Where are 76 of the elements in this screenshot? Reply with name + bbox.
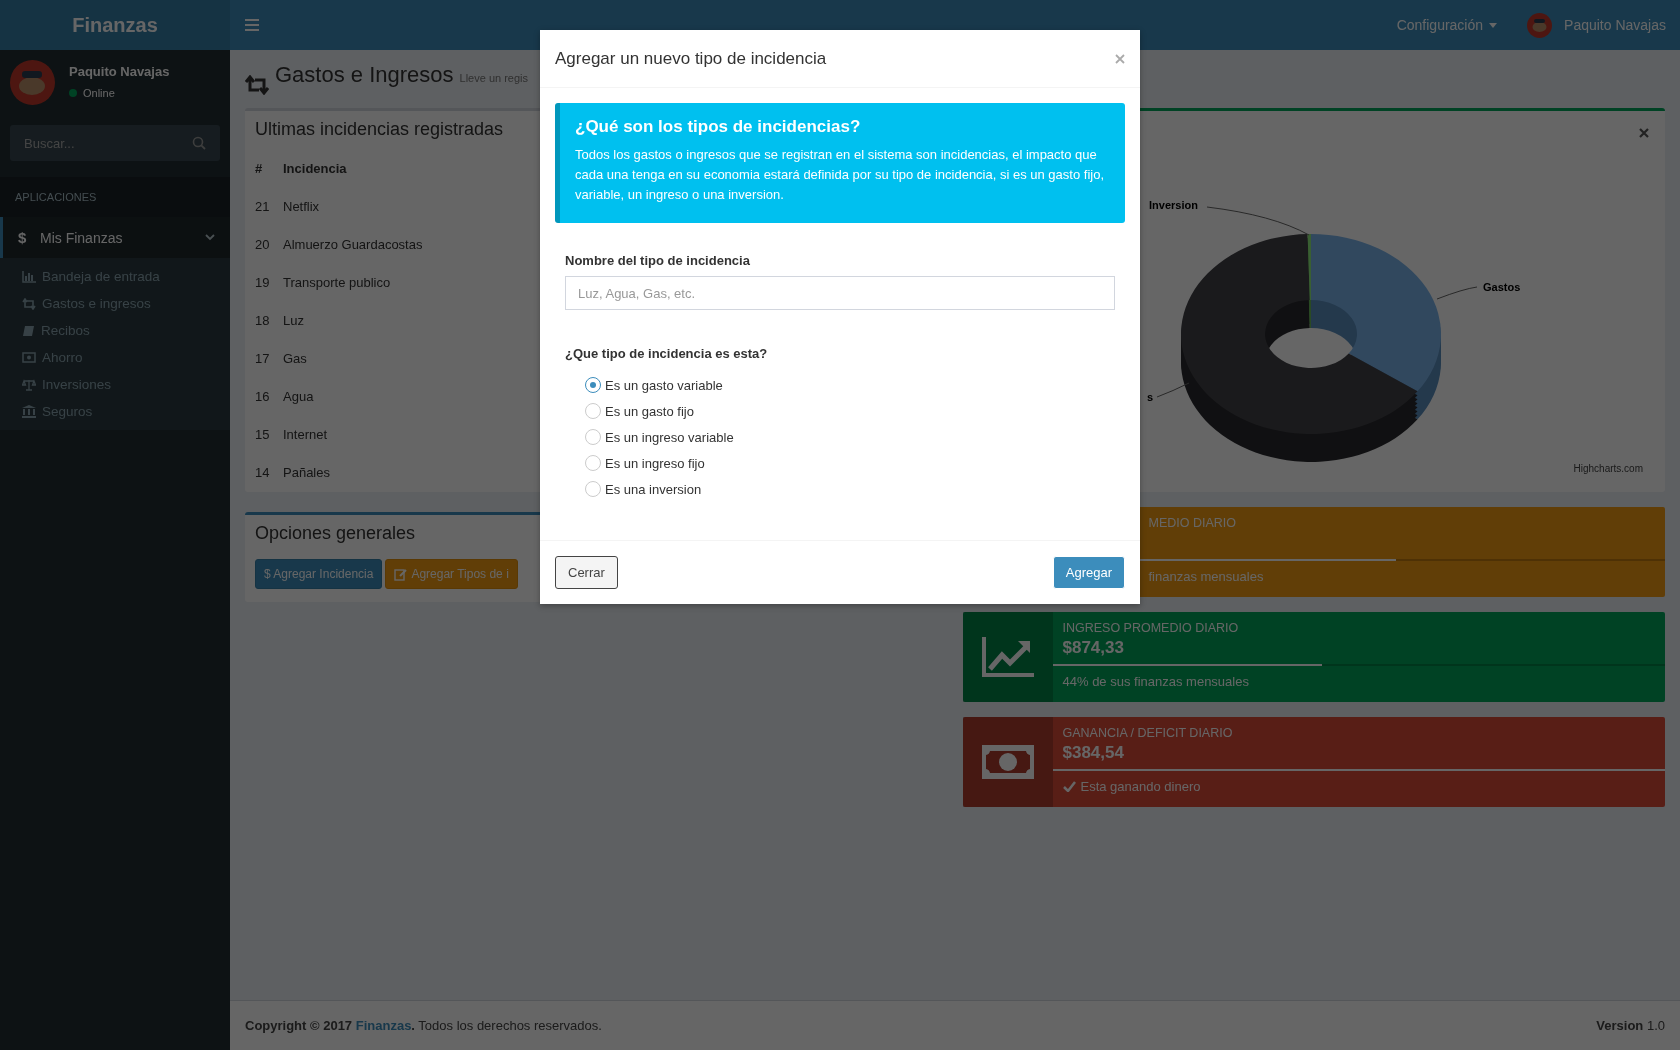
close-icon[interactable]	[1115, 54, 1125, 64]
table-cell-text: 21	[255, 198, 271, 214]
table-cell-text: 19	[255, 274, 271, 290]
avatar-icon	[10, 60, 55, 105]
user-menu[interactable]: Paquito Navajas	[1527, 12, 1666, 38]
section-label: APLICACIONES	[0, 177, 230, 217]
banknote-icon	[981, 745, 1034, 779]
modal-title: Agregar un nuevo tipo de incidencia	[555, 49, 827, 69]
table-cell: Pañales	[283, 464, 330, 480]
field-label: Nombre del tipo de incidencia	[565, 253, 751, 269]
submit-button[interactable]: Agregar	[1052, 556, 1125, 590]
table-cell: Luz	[283, 312, 304, 328]
table-cell: Internet	[283, 426, 328, 442]
bank-icon	[22, 405, 36, 418]
radio-label[interactable]: Es un ingreso fijo	[605, 455, 705, 471]
info-label: MEDIO DIARIO	[1147, 516, 1237, 530]
radio-label[interactable]: Es una inversion	[605, 481, 702, 497]
configuration-menu[interactable]: Configuración	[1396, 17, 1498, 33]
leader-line	[1436, 286, 1477, 300]
user-name: Paquito Navajas	[69, 64, 170, 79]
arrows-icon	[245, 75, 269, 95]
chart-label: s	[1146, 391, 1153, 403]
radio-label[interactable]: Es un gasto fijo	[605, 403, 694, 419]
leader-line	[1156, 382, 1189, 398]
table-cell: Netflix	[283, 198, 320, 214]
action-button[interactable]: Agregar Tipos de i	[385, 559, 518, 589]
chart-label: Inversion	[1148, 199, 1198, 211]
column-header: Incidencia	[283, 160, 347, 176]
table-cell-text: 20	[255, 236, 271, 252]
table-cell: Almuerzo Guardacostas	[283, 236, 423, 252]
panel-title: Opciones generales	[255, 522, 416, 545]
menu-icon[interactable]	[245, 19, 259, 31]
table-cell-text: 14	[255, 464, 271, 480]
table-cell: Gas	[283, 350, 307, 366]
info-label: GANANCIA / DEFICIT DIARIO	[1061, 726, 1234, 740]
callout-text: Todos los gastos o ingresos que se registran en el sistema son incidencias, el impacto que cada una tenga en su economia estará definida por su tipo de incidencia, si es un gasto fijo, variable, un ingreso o una inversion.	[575, 146, 1105, 205]
copyright-text: Copyright © 2017 Finanzas. Todos los derechos reservados.	[245, 1018, 602, 1033]
radio-label[interactable]: Es un ingreso variable	[605, 429, 734, 445]
table-cell-text: 17	[255, 350, 271, 366]
radio-label[interactable]: Es un gasto variable	[605, 377, 723, 393]
table-cell-text: 15	[255, 426, 271, 442]
callout-title: ¿Qué son los tipos de incidencias?	[575, 117, 862, 137]
status-text: Online	[83, 87, 115, 99]
chart-credit: Highcharts.com	[1573, 463, 1643, 474]
search-icon[interactable]	[192, 136, 206, 150]
close-icon[interactable]	[1639, 128, 1649, 138]
caret-icon	[1489, 22, 1498, 28]
table-cell-text: 16	[255, 388, 271, 404]
check-icon	[1062, 781, 1076, 792]
trend-chart-icon	[981, 637, 1034, 677]
edit-icon	[394, 567, 408, 581]
info-value: $874,33	[1062, 638, 1124, 657]
version-text: Version 1.0	[1596, 1018, 1665, 1033]
info-description: Esta ganando dinero	[1080, 779, 1201, 794]
panel-title: Ultimas incidencias registradas	[255, 118, 504, 141]
column-header: #	[255, 160, 264, 176]
info-description: finanzas mensuales	[1148, 569, 1264, 584]
info-value: $384,54	[1062, 743, 1124, 762]
page-title: Gastos e Ingresos	[275, 62, 454, 88]
close-button[interactable]: Cerrar	[555, 556, 618, 590]
scale-icon	[22, 378, 36, 391]
app-logo[interactable]: Finanzas	[0, 0, 230, 50]
bar-chart-icon	[22, 270, 36, 283]
table-cell: Agua	[283, 388, 314, 404]
avatar-icon	[1527, 12, 1553, 38]
chart-label: Gastos	[1482, 281, 1520, 293]
table-cell: Transporte publico	[283, 274, 391, 290]
field-label: ¿Que tipo de incidencia es esta?	[565, 346, 769, 362]
name-input[interactable]: Luz, Agua, Gas, etc.	[565, 276, 1115, 311]
table-cell-text: 18	[255, 312, 271, 328]
status-dot	[69, 89, 77, 97]
info-description: 44% de sus finanzas mensuales	[1062, 674, 1249, 689]
banknote-icon	[22, 352, 36, 363]
action-button[interactable]: $ Agregar Incidencia	[255, 559, 383, 589]
info-label: INGRESO PROMEDIO DIARIO	[1061, 621, 1240, 635]
arrows-icon	[22, 297, 36, 310]
